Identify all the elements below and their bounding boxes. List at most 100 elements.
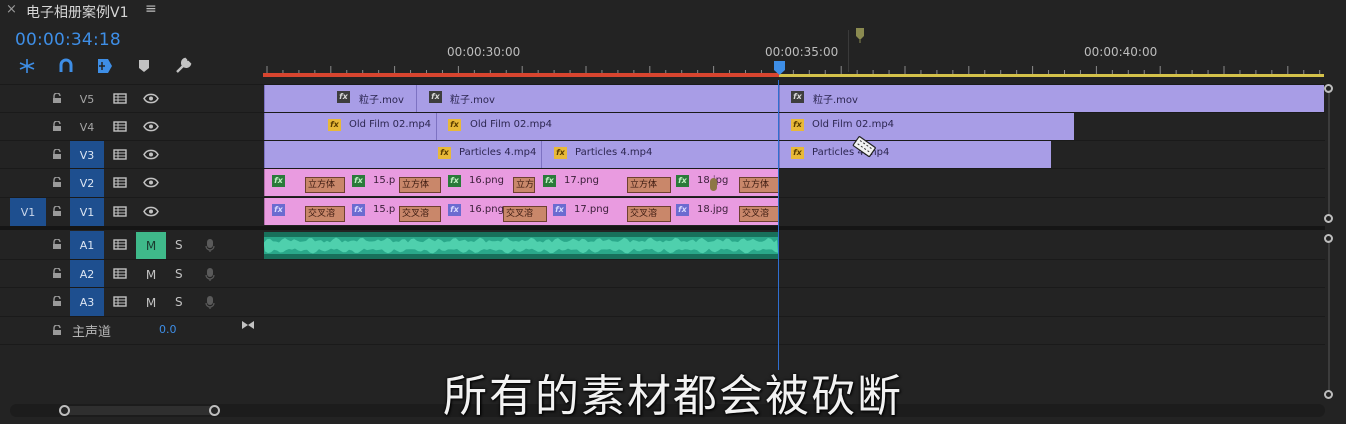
mute-button-a2[interactable]: M [136, 261, 166, 288]
clip-name: 16.png [469, 175, 504, 186]
eye-icon[interactable] [143, 121, 159, 132]
keyframe-handle[interactable] [710, 178, 717, 191]
fx-badge: fx [553, 204, 566, 216]
transition-cube[interactable]: 立方体 [627, 177, 671, 193]
clip-v4[interactable]: fx Old Film 02.mp4 [264, 113, 436, 140]
film-icon[interactable] [113, 206, 127, 217]
lock-icon[interactable] [52, 206, 62, 216]
audio-waveform [264, 237, 778, 254]
video-vertical-scrollbar[interactable] [1328, 90, 1330, 216]
track-name-v3[interactable]: V3 [70, 141, 104, 169]
track-header-master: 主声道 0.0 [0, 317, 263, 345]
video-audio-divider[interactable] [0, 226, 1325, 230]
track-header-v1: V1 V1 [0, 198, 263, 226]
clip-group-v1[interactable]: fx 交叉溶 fx 15.p 交叉溶 fx 16.png 交叉溶 fx 17.p… [264, 198, 779, 225]
film-icon[interactable] [113, 149, 127, 160]
marker-icon[interactable] [133, 56, 155, 76]
linked-selection-icon[interactable] [55, 56, 77, 76]
transition-cube[interactable]: 立方体 [739, 177, 779, 193]
lock-icon[interactable] [52, 325, 62, 335]
transition-dissolve[interactable]: 交叉溶 [739, 206, 779, 222]
clip-name: 粒子.mov [450, 95, 495, 106]
fx-badge: fx [337, 91, 350, 103]
clip-v3[interactable]: fx Particles 4.mp4 [779, 141, 1051, 168]
lock-icon[interactable] [52, 177, 62, 187]
lock-icon[interactable] [52, 121, 62, 131]
clip-name: Particles 4.mp4 [575, 147, 653, 158]
track-header-v5: V5 [0, 85, 263, 113]
film-icon[interactable] [113, 93, 127, 104]
solo-button-a1[interactable]: S [175, 231, 187, 259]
clip-v4[interactable]: fx Old Film 02.mp4 [436, 113, 779, 140]
mute-button-a3[interactable]: M [136, 289, 166, 316]
transition-dissolve[interactable]: 交叉溶 [305, 206, 345, 222]
ruler-label: 00:00:40:00 [1084, 45, 1158, 59]
eye-icon[interactable] [143, 149, 159, 160]
mic-icon[interactable] [205, 238, 215, 253]
film-icon[interactable] [113, 177, 127, 188]
film-icon[interactable] [113, 296, 127, 307]
snap-icon[interactable] [16, 56, 38, 76]
scroll-knob[interactable] [1324, 234, 1333, 243]
clip-group-v2[interactable]: fx 立方体 fx 15.p 立方体 fx 16.png 立方 fx 17.pn… [264, 169, 779, 196]
eye-icon[interactable] [143, 206, 159, 217]
clip-v5[interactable]: fx 粒子.mov [779, 85, 1324, 112]
track-name-v5[interactable]: V5 [70, 85, 104, 113]
sequence-tab-title[interactable]: 电子相册案例V1 [26, 2, 128, 22]
sequence-marker-icon[interactable] [855, 27, 865, 43]
master-volume-value[interactable]: 0.0 [159, 323, 177, 336]
fx-badge: fx [448, 175, 461, 187]
clip-name: 16.png [469, 204, 504, 215]
clip-v3[interactable]: fx Particles 4.mp4 [541, 141, 779, 168]
track-name-a3[interactable]: A3 [70, 288, 104, 316]
track-name-v4[interactable]: V4 [70, 113, 104, 141]
panel-header [0, 0, 1346, 22]
work-area-bar[interactable] [263, 73, 779, 77]
mic-icon[interactable] [205, 295, 215, 310]
clip-name: Old Film 02.mp4 [349, 119, 432, 130]
lock-icon[interactable] [52, 239, 62, 249]
playhead-timecode[interactable]: 00:00:34:18 [15, 30, 121, 50]
go-to-start-icon[interactable] [241, 320, 255, 330]
clip-v5[interactable]: fx 粒子.mov [416, 85, 779, 112]
clip-v3[interactable]: fx Particles 4.mp4 [264, 141, 541, 168]
film-icon[interactable] [113, 121, 127, 132]
transition-cube[interactable]: 立方体 [305, 177, 345, 193]
lock-icon[interactable] [52, 296, 62, 306]
solo-button-a3[interactable]: S [175, 288, 187, 316]
mic-icon[interactable] [205, 267, 215, 282]
scroll-knob[interactable] [1324, 84, 1333, 93]
wrench-icon[interactable] [172, 56, 194, 76]
playhead-line[interactable] [778, 80, 779, 370]
panel-menu-icon[interactable]: ≡ [145, 1, 157, 17]
scroll-knob[interactable] [1324, 214, 1333, 223]
clip-v5[interactable]: fx 粒子.mov [264, 85, 416, 112]
source-patch-v1[interactable]: V1 [10, 198, 46, 226]
track-name-a1[interactable]: A1 [70, 231, 104, 259]
solo-button-a2[interactable]: S [175, 260, 187, 288]
mute-button-a1[interactable]: M [136, 232, 166, 259]
transition-dissolve[interactable]: 交叉溶 [399, 206, 441, 222]
clip-v4[interactable]: fx Old Film 02.mp4 [779, 113, 1074, 140]
playhead-marker-icon[interactable] [773, 60, 786, 76]
transition-cube[interactable]: 立方 [513, 177, 535, 193]
eye-icon[interactable] [143, 93, 159, 104]
track-name-v2[interactable]: V2 [70, 169, 104, 197]
track-name-v1[interactable]: V1 [70, 198, 104, 226]
eye-icon[interactable] [143, 177, 159, 188]
track-header-a1: A1 M S [0, 231, 263, 259]
add-marker-icon[interactable] [94, 56, 116, 76]
film-icon[interactable] [113, 268, 127, 279]
audio-clip-a1[interactable] [264, 232, 778, 259]
track-name-a2[interactable]: A2 [70, 260, 104, 288]
close-tab-icon[interactable]: × [6, 2, 17, 17]
transition-dissolve[interactable]: 交叉溶 [503, 206, 547, 222]
lock-icon[interactable] [52, 268, 62, 278]
film-icon[interactable] [113, 239, 127, 250]
lock-icon[interactable] [52, 93, 62, 103]
transition-cube[interactable]: 立方体 [399, 177, 441, 193]
render-bar [779, 74, 1324, 77]
clip-name: 15.p [373, 204, 396, 215]
transition-dissolve[interactable]: 交叉溶 [627, 206, 671, 222]
lock-icon[interactable] [52, 149, 62, 159]
